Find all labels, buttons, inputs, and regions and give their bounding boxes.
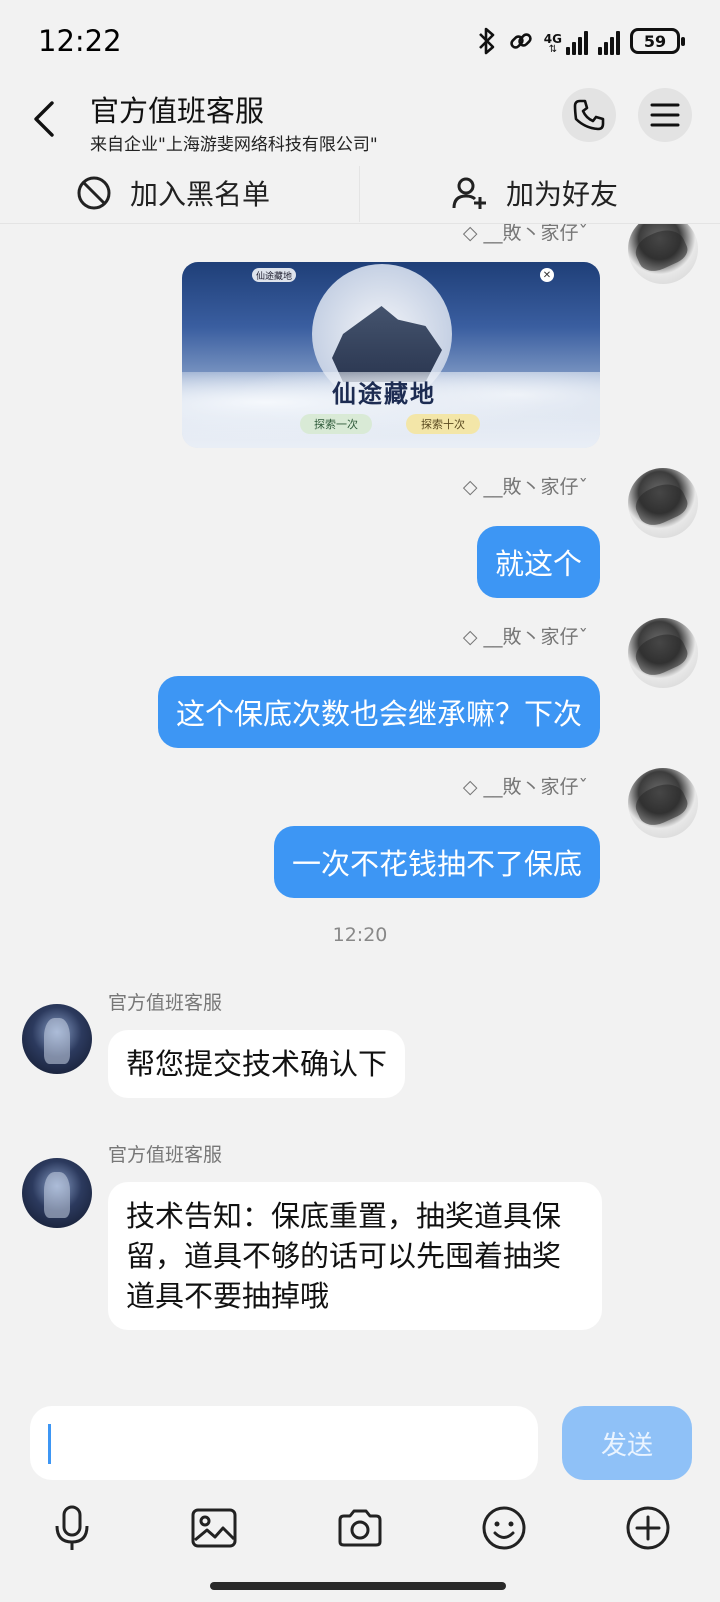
chat-subtitle: 来自企业"上海游斐网络科技有限公司" xyxy=(90,135,378,155)
my-avatar[interactable] xyxy=(628,224,698,284)
sender-name: ◇ __敗丶家仔ˇ xyxy=(462,626,588,648)
smiley-icon xyxy=(482,1506,526,1550)
plus-circle-icon xyxy=(626,1506,670,1550)
chat-title: 官方值班客服 xyxy=(90,94,265,128)
my-avatar[interactable] xyxy=(628,618,698,688)
bluetooth-icon xyxy=(478,27,495,55)
image-title: 仙途藏地 xyxy=(332,379,436,408)
message-bubble-out[interactable]: 就这个 xyxy=(476,526,600,598)
block-icon xyxy=(77,176,111,210)
message-bubble-in[interactable]: 技术告知：保底重置，抽奖道具保留，道具不够的话可以先囤着抽奖道具不要抽掉哦 xyxy=(108,1182,602,1330)
status-icons: 4G ⇅ 59 xyxy=(476,24,685,58)
message-input[interactable] xyxy=(30,1406,538,1480)
image-icon xyxy=(191,1508,237,1548)
service-avatar[interactable] xyxy=(22,1158,92,1228)
image-message[interactable]: 仙途藏地 ✕ 仙途藏地 探索一次 探索十次 xyxy=(182,262,600,448)
my-avatar[interactable] xyxy=(628,468,698,538)
composer: 发送 xyxy=(0,1394,720,1602)
image-explore-ten: 探索十次 xyxy=(406,414,480,434)
camera-icon xyxy=(338,1509,382,1547)
blacklist-label: 加入黑名单 xyxy=(130,178,271,211)
chat-header: 官方值班客服 来自企业"上海游斐网络科技有限公司" xyxy=(0,82,720,162)
cellular-signal-2-icon xyxy=(598,27,620,55)
link-icon xyxy=(510,33,532,49)
phone-icon xyxy=(573,99,605,131)
my-avatar[interactable] xyxy=(628,768,698,838)
battery-level: 59 xyxy=(643,31,667,51)
message-bubble-in[interactable]: 帮您提交技术确认下 xyxy=(108,1030,406,1098)
voice-button[interactable] xyxy=(42,1498,102,1558)
status-time: 12:22 xyxy=(38,24,122,58)
send-button[interactable]: 发送 xyxy=(562,1406,692,1480)
time-divider: 12:20 xyxy=(332,924,388,946)
service-avatar[interactable] xyxy=(22,1004,92,1074)
battery-icon: 59 xyxy=(630,28,685,54)
status-bar: 12:22 4G ⇅ 59 xyxy=(0,0,720,82)
hamburger-menu-icon xyxy=(650,103,680,127)
image-explore-once: 探索一次 xyxy=(300,414,372,434)
add-friend-label: 加为好友 xyxy=(506,178,619,211)
chevron-left-icon xyxy=(34,101,54,137)
cellular-signal-icon: 4G ⇅ xyxy=(544,27,588,55)
sender-name: ◇ __敗丶家仔ˇ xyxy=(462,776,588,798)
sender-name: 官方值班客服 xyxy=(108,992,223,1014)
image-close-icon: ✕ xyxy=(540,268,554,282)
sender-name: ◇ __敗丶家仔ˇ xyxy=(462,476,588,498)
home-indicator[interactable] xyxy=(210,1582,506,1590)
emoji-button[interactable] xyxy=(474,1498,534,1558)
message-bubble-out[interactable]: 一次不花钱抽不了保底 xyxy=(273,826,600,898)
sender-name: ◇ __敗丶家仔ˇ xyxy=(462,224,588,244)
call-button[interactable] xyxy=(562,88,616,142)
action-bar: 加入黑名单 加为好友 xyxy=(0,162,720,224)
message-list[interactable]: ◇ __敗丶家仔ˇ 仙途藏地 ✕ 仙途藏地 探索一次 探索十次 ◇ __敗丶家仔… xyxy=(0,224,720,1394)
back-button[interactable] xyxy=(24,94,64,144)
sender-name: 官方值班客服 xyxy=(108,1144,223,1166)
camera-button[interactable] xyxy=(330,1498,390,1558)
microphone-icon xyxy=(55,1505,89,1550)
text-caret xyxy=(48,1424,51,1464)
message-bubble-out[interactable]: 这个保底次数也会继承嘛？下次 xyxy=(157,676,600,748)
image-badge: 仙途藏地 xyxy=(252,268,297,282)
add-person-icon xyxy=(452,177,486,209)
photo-button[interactable] xyxy=(184,1498,244,1558)
add-friend-button[interactable]: 加为好友 xyxy=(452,162,618,224)
blacklist-button[interactable]: 加入黑名单 xyxy=(76,162,270,224)
divider xyxy=(359,166,360,222)
more-button[interactable] xyxy=(618,1498,678,1558)
menu-button[interactable] xyxy=(638,88,692,142)
